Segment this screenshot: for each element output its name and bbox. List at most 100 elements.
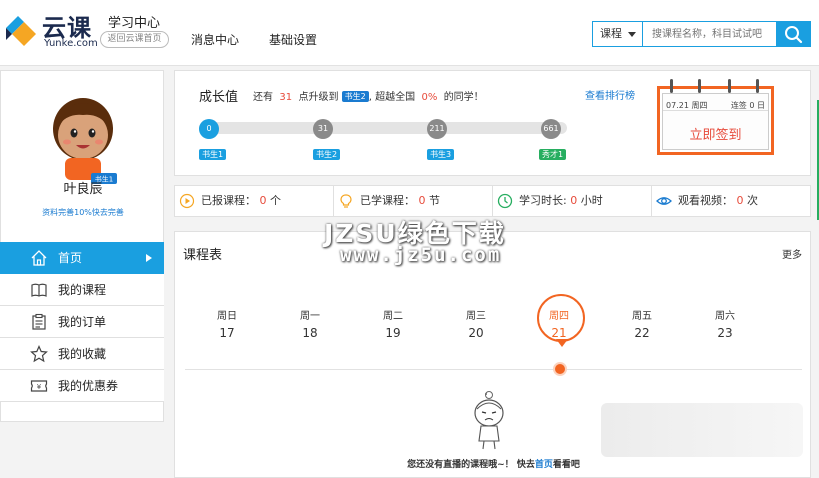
day-name: 周一 bbox=[300, 311, 320, 322]
sidebar: 书生1 叶良辰 资料完善10%快去完善 首页 我的课程 我的订单 我的收藏 ¥ … bbox=[0, 70, 164, 422]
checkin-calendar: 07.21 周四 连签 0 日 立即签到 bbox=[662, 93, 769, 150]
search-category-value: 课程 bbox=[600, 27, 622, 40]
eye-icon bbox=[656, 197, 672, 205]
empty-msg-text: 看看吧 bbox=[552, 460, 580, 470]
blurred-area bbox=[601, 403, 803, 457]
level-node: 31 bbox=[313, 119, 333, 139]
day-name: 周三 bbox=[466, 311, 486, 322]
day-name: 周六 bbox=[715, 311, 735, 322]
brand-domain: Yunke.com bbox=[44, 38, 98, 49]
day-monday[interactable]: 周一 18 bbox=[290, 307, 330, 340]
play-icon bbox=[179, 193, 195, 209]
caret-down-icon bbox=[628, 32, 636, 37]
sidebar-item-favorites[interactable]: 我的收藏 bbox=[0, 338, 164, 370]
coupon-icon: ¥ bbox=[30, 380, 48, 392]
stat-learned-lessons: 已学课程： 0 节 bbox=[334, 186, 493, 216]
stat-unit: 次 bbox=[747, 194, 758, 207]
complete-profile-link[interactable]: 资料完善10%快去完善 bbox=[1, 207, 165, 218]
growth-progress-track bbox=[199, 122, 567, 134]
stat-label: 学习时长: bbox=[519, 194, 567, 207]
calendar-ring-icon bbox=[670, 79, 673, 93]
stat-unit: 个 bbox=[270, 194, 281, 207]
day-friday[interactable]: 周五 22 bbox=[622, 307, 662, 340]
empty-state-message: 您还没有直播的课程哦~！ 快去首页看看吧 bbox=[175, 457, 812, 470]
stat-label: 观看视频： bbox=[678, 194, 733, 207]
star-icon bbox=[30, 345, 48, 363]
day-saturday[interactable]: 周六 23 bbox=[705, 307, 745, 340]
day-wednesday[interactable]: 周三 20 bbox=[456, 307, 496, 340]
search-input[interactable] bbox=[644, 22, 778, 46]
watermark-url: www.jz5u.com bbox=[340, 244, 502, 266]
stat-enrolled-courses: 已报课程： 0 个 bbox=[175, 186, 334, 216]
book-icon bbox=[31, 283, 47, 297]
arrow-right-icon bbox=[146, 254, 152, 262]
search-icon bbox=[785, 26, 803, 44]
level-label: 书生1 bbox=[199, 149, 227, 160]
home-icon bbox=[31, 250, 47, 266]
nav-basic-settings[interactable]: 基础设置 bbox=[269, 31, 317, 48]
stat-label: 已学课程： bbox=[360, 194, 415, 207]
order-icon bbox=[32, 313, 46, 330]
day-number: 22 bbox=[634, 326, 650, 340]
level-label: 秀才1 bbox=[539, 149, 567, 160]
go-home-link[interactable]: 首页 bbox=[535, 460, 553, 470]
stat-value: 0 bbox=[418, 194, 426, 207]
view-ranking-link[interactable]: 查看排行榜 bbox=[585, 87, 635, 102]
stat-value: 0 bbox=[736, 194, 744, 207]
day-number: 19 bbox=[385, 326, 401, 340]
level-node: 661 bbox=[541, 119, 561, 139]
day-name: 周四 bbox=[549, 311, 569, 322]
schedule-timeline bbox=[185, 369, 802, 370]
empty-state-illustration bbox=[474, 391, 504, 450]
user-name: 叶良辰 bbox=[63, 182, 103, 197]
learning-center-title: 学习中心 bbox=[108, 16, 161, 31]
logo-mark-icon bbox=[6, 16, 36, 46]
course-schedule: 课程表 更多 周日 17 周一 18 周二 19 周三 20 周四 21 周五 … bbox=[174, 231, 811, 478]
day-number: 21 bbox=[551, 326, 567, 340]
checkin-card: 07.21 周四 连签 0 日 立即签到 bbox=[657, 79, 774, 155]
sidebar-item-label: 首页 bbox=[58, 251, 83, 265]
day-number: 17 bbox=[219, 326, 235, 340]
level-label: 书生3 bbox=[427, 149, 455, 160]
back-home-button[interactable]: 返回云课首页 bbox=[100, 31, 169, 48]
day-tuesday[interactable]: 周二 19 bbox=[373, 307, 413, 340]
more-link[interactable]: 更多 bbox=[782, 246, 802, 261]
sidebar-item-my-courses[interactable]: 我的课程 bbox=[0, 274, 164, 306]
timeline-current-dot bbox=[553, 362, 567, 376]
sidebar-item-my-orders[interactable]: 我的订单 bbox=[0, 306, 164, 338]
stat-study-time: 学习时长: 0 小时 bbox=[493, 186, 652, 216]
day-sunday[interactable]: 周日 17 bbox=[207, 307, 247, 340]
growth-desc-text: 点升级到 bbox=[298, 92, 339, 103]
sidebar-item-home[interactable]: 首页 bbox=[0, 242, 164, 274]
calendar-ring-icon bbox=[698, 79, 701, 93]
sidebar-item-label: 我的优惠券 bbox=[58, 379, 119, 393]
selected-day-pointer bbox=[556, 339, 568, 347]
day-name: 周二 bbox=[383, 311, 403, 322]
search-bar: 课程 bbox=[592, 21, 811, 47]
level-label: 书生2 bbox=[313, 149, 341, 160]
level-node: 211 bbox=[427, 119, 447, 139]
level-node: 0 bbox=[199, 119, 219, 139]
search-button[interactable] bbox=[776, 21, 811, 47]
stat-value: 0 bbox=[570, 194, 578, 207]
day-thursday[interactable]: 周四 21 bbox=[539, 307, 579, 340]
growth-description: 还有 31 点升级到 书生2, 超越全国 0% 的同学！ bbox=[253, 91, 484, 103]
user-avatar[interactable]: 书生1 bbox=[45, 89, 121, 185]
stat-video-views: 观看视频： 0 次 bbox=[652, 186, 810, 216]
calendar-ring-icon bbox=[756, 79, 759, 93]
stat-unit: 小时 bbox=[580, 194, 603, 207]
schedule-title: 课程表 bbox=[183, 248, 223, 263]
day-number: 23 bbox=[717, 326, 733, 340]
day-number: 18 bbox=[302, 326, 318, 340]
stats-bar: 已报课程： 0 个 已学课程： 0 节 学习时长: 0 小时 观看视频： 0 次 bbox=[174, 185, 811, 217]
next-level-badge: 书生2 bbox=[341, 91, 369, 102]
stat-value: 0 bbox=[259, 194, 267, 207]
nav-message-center[interactable]: 消息中心 bbox=[191, 31, 239, 48]
growth-panel: 成长值 还有 31 点升级到 书生2, 超越全国 0% 的同学！ 查看排行榜 0… bbox=[174, 70, 811, 176]
checkin-button[interactable]: 立即签到 bbox=[663, 124, 768, 143]
search-category-select[interactable]: 课程 bbox=[593, 22, 643, 46]
sidebar-menu: 首页 我的课程 我的订单 我的收藏 ¥ 我的优惠券 bbox=[0, 242, 164, 402]
sidebar-item-coupons[interactable]: ¥ 我的优惠券 bbox=[0, 370, 164, 402]
stat-unit: 节 bbox=[429, 194, 440, 207]
yunke-logo[interactable]: 云课 Yunke.com bbox=[4, 6, 100, 54]
